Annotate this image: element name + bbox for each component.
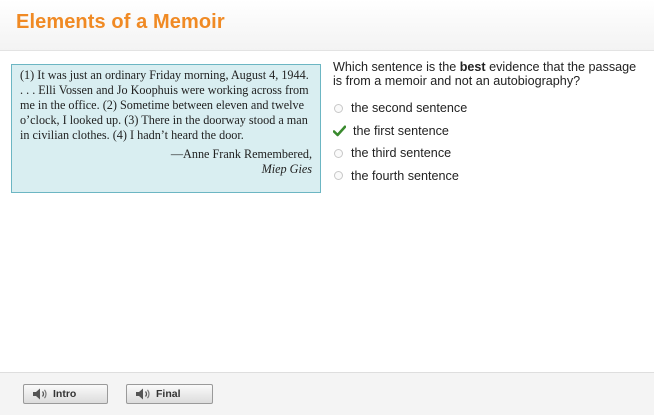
answer-option-label: the third sentence	[351, 146, 452, 161]
intro-audio-button[interactable]: Intro	[23, 384, 108, 404]
attribution-text: —Anne Frank Remembered,	[170, 147, 312, 161]
answer-option[interactable]: the fourth sentence	[333, 165, 633, 188]
answer-options: the second sentence the first sentence t…	[333, 97, 633, 187]
question-text: Which sentence is the best evidence that…	[333, 60, 643, 88]
intro-button-label: Intro	[53, 388, 77, 400]
attribution-source: Miep Gies	[261, 162, 312, 176]
question-prefix: Which sentence is the	[333, 60, 460, 74]
answer-option[interactable]: the third sentence	[333, 142, 633, 165]
answer-option-correct[interactable]: the first sentence	[333, 120, 633, 143]
page: Elements of a Memoir (1) It was just an …	[0, 0, 654, 415]
passage-text: (1) It was just an ordinary Friday morni…	[20, 68, 309, 142]
answer-option-label: the fourth sentence	[351, 168, 459, 183]
radio-button[interactable]	[334, 171, 343, 181]
radio-button[interactable]	[334, 103, 343, 113]
answer-option[interactable]: the second sentence	[333, 97, 633, 120]
answer-option-label: the first sentence	[353, 123, 449, 138]
final-audio-button[interactable]: Final	[126, 384, 213, 404]
check-icon	[333, 125, 346, 137]
final-button-label: Final	[156, 388, 181, 400]
passage-attribution: —Anne Frank Remembered, Miep Gies	[20, 147, 312, 177]
speaker-icon	[136, 388, 150, 400]
answer-option-label: the second sentence	[351, 101, 468, 116]
footer-toolbar: Intro Final	[0, 372, 654, 415]
page-title: Elements of a Memoir	[16, 11, 225, 33]
question-emphasis: best	[459, 60, 486, 74]
header: Elements of a Memoir	[0, 0, 654, 51]
speaker-icon	[33, 388, 47, 400]
radio-button[interactable]	[334, 148, 343, 158]
passage-box: (1) It was just an ordinary Friday morni…	[11, 64, 321, 193]
